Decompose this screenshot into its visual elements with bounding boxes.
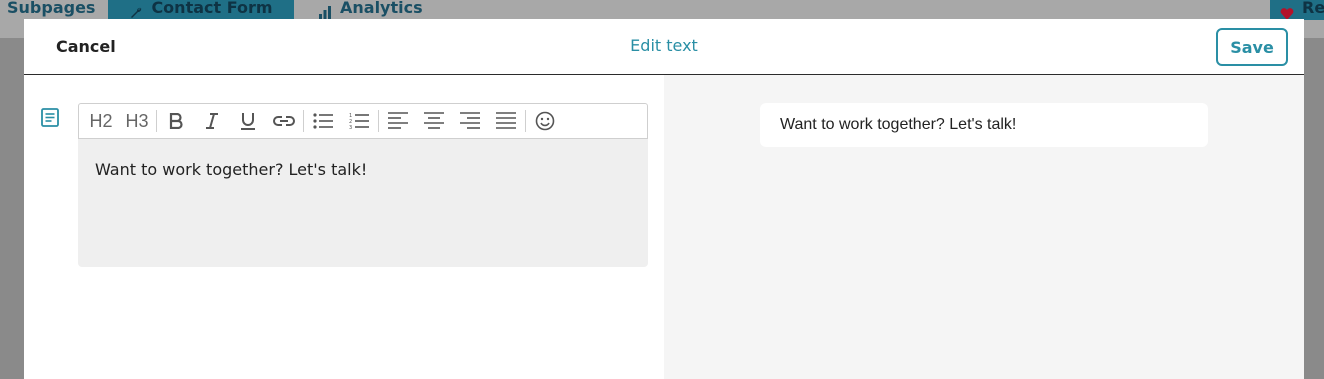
heading-3-button[interactable]: H3 [119, 104, 155, 138]
text-block-icon [41, 108, 59, 128]
nav-tab-contact-form-label: Contact Form [151, 0, 273, 17]
align-center-button[interactable] [416, 104, 452, 138]
editor-pane: H2 H3 1 2 3 Want to work together? Let's… [24, 75, 664, 379]
preview-card: Want to work together? Let's talk! [760, 103, 1208, 147]
emoji-button[interactable] [527, 104, 563, 138]
edit-text-modal: Cancel Edit text Save H2 H3 1 2 3 Want t… [24, 19, 1304, 379]
bold-button[interactable] [158, 104, 194, 138]
modal-header: Cancel Edit text Save [24, 19, 1304, 75]
preview-content: Want to work together? Let's talk! [780, 116, 1017, 133]
toolbar-divider [303, 110, 304, 132]
align-justify-icon [496, 112, 516, 130]
align-justify-button[interactable] [488, 104, 524, 138]
rich-text-editor[interactable]: Want to work together? Let's talk! [78, 139, 648, 267]
underline-icon [240, 112, 256, 130]
link-icon [273, 115, 295, 127]
italic-icon [205, 113, 219, 129]
align-right-icon [460, 112, 480, 130]
emoji-icon [535, 111, 555, 131]
numbered-list-icon: 123 [349, 112, 369, 130]
wrench-icon [129, 6, 143, 20]
nav-tab-re: Re [1270, 0, 1324, 20]
toolbar-divider [378, 110, 379, 132]
heading-2-button[interactable]: H2 [83, 104, 119, 138]
bullet-list-icon [313, 113, 333, 129]
bullet-list-button[interactable] [305, 104, 341, 138]
save-button[interactable]: Save [1216, 28, 1288, 66]
align-right-button[interactable] [452, 104, 488, 138]
editor-content[interactable]: Want to work together? Let's talk! [95, 160, 367, 179]
toolbar-divider [156, 110, 157, 132]
rich-text-toolbar: H2 H3 1 2 3 [78, 103, 648, 139]
nav-tab-analytics: Analytics [318, 0, 423, 20]
toolbar-divider [525, 110, 526, 132]
bold-icon [169, 113, 183, 129]
link-button[interactable] [266, 104, 302, 138]
italic-button[interactable] [194, 104, 230, 138]
nav-tab-contact-form: Contact Form [108, 0, 294, 20]
preview-pane: Want to work together? Let's talk! [664, 75, 1304, 379]
underline-button[interactable] [230, 104, 266, 138]
svg-text:3: 3 [349, 125, 352, 130]
align-center-icon [424, 112, 444, 130]
align-left-icon [388, 112, 408, 130]
numbered-list-button[interactable]: 123 [341, 104, 377, 138]
nav-tab-re-label: Re [1302, 0, 1324, 17]
nav-tab-subpages-label: Subpages [7, 0, 96, 17]
modal-title: Edit text [630, 36, 698, 55]
bar-chart-icon [318, 6, 332, 20]
nav-tab-subpages: Subpages [7, 0, 95, 20]
align-left-button[interactable] [380, 104, 416, 138]
nav-tab-analytics-label: Analytics [340, 0, 423, 17]
